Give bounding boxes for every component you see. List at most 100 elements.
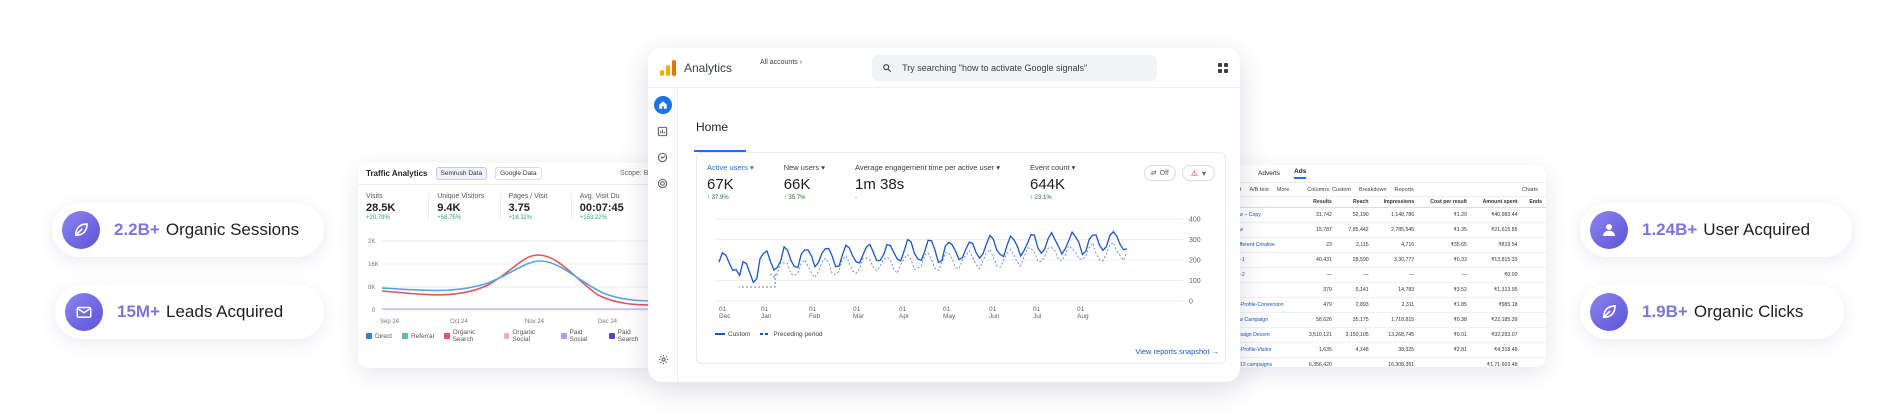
view-reports-snapshot-link[interactable]: View reports snapshot → xyxy=(1135,347,1219,356)
breakdown-dropdown[interactable]: Breakdown xyxy=(1359,187,1387,193)
kpi-value: 644K xyxy=(1029,176,1066,193)
legend-item[interactable]: Organic Social xyxy=(503,329,551,343)
col-amount-spent[interactable]: Amount spent xyxy=(1470,197,1522,208)
kpi-delta: ↑ 35.7% xyxy=(783,195,806,201)
table-cell: ₹819.54 xyxy=(1470,237,1522,253)
table-cell: ₹0.33 xyxy=(1418,252,1471,268)
legend-item[interactable]: Paid Social xyxy=(561,329,599,343)
nav-advertising[interactable] xyxy=(654,174,672,192)
kpi-active-users[interactable]: Active users ▾ 67K ↑ 37.9% xyxy=(707,163,754,201)
table-row[interactable]: Page-2————₹0.00 xyxy=(1224,267,1546,283)
columns-dropdown[interactable]: Columns: Custom xyxy=(1307,187,1351,193)
table-cell xyxy=(1521,222,1546,238)
y-tick: 16K xyxy=(368,262,379,268)
target-icon xyxy=(657,178,668,188)
table-row[interactable]: Follow15,7877,85,4422,785,545₹1.35₹21,61… xyxy=(1224,222,1546,238)
tab-ads[interactable]: Ads xyxy=(1294,168,1307,179)
col-reach[interactable]: Reach xyxy=(1335,197,1373,208)
ads-toolbar: Edit A/B test More Columns: Custom Break… xyxy=(1224,183,1546,197)
table-row[interactable]: 13795,14114,783₹3.52₹1,313.95 xyxy=(1224,282,1546,298)
legend-item[interactable]: Direct xyxy=(366,329,392,343)
search-input[interactable]: Try searching "how to activate Google si… xyxy=(872,54,1158,81)
table-row[interactable]: Insta-Profile-Visitor 1,635 4,148 38,325 ₹2.… xyxy=(1224,342,1546,358)
tab-adverts[interactable]: Adverts xyxy=(1258,170,1280,177)
kpi-value: 1m 38s xyxy=(855,176,905,193)
legend-preceding: Preceding period xyxy=(760,331,823,338)
kpi-event-count[interactable]: Event count ▾ 644K ↑ 23.1% xyxy=(1030,163,1075,201)
metric-delta: +20.79% xyxy=(366,215,390,221)
legend-swatch xyxy=(366,333,372,339)
traffic-chart: Sep 24 Oct 24 Nov 24 Dec 24 2K 16K 8K 0 xyxy=(368,239,658,325)
metric-delta: +58.75% xyxy=(437,215,462,221)
x-tick: Oct 24 xyxy=(450,319,468,325)
table-cell: ₹32,293.07 xyxy=(1470,327,1522,343)
table-row[interactable]: Campaign Decem 3,510,121 3,150,105 13,268,7… xyxy=(1224,327,1546,343)
table-cell xyxy=(1521,237,1546,253)
table-cell: ₹3.52 xyxy=(1418,282,1471,298)
nav-reports[interactable] xyxy=(654,122,672,140)
metric-pages-per-visit: Pages / Visit 3.75 +18.11% xyxy=(509,193,572,221)
col-ends[interactable]: Ends xyxy=(1521,197,1546,208)
legend-swatch xyxy=(609,333,615,339)
table-row[interactable]: Page-140,43128,5903,30,777₹0.33₹13,815.3… xyxy=(1224,252,1546,268)
table-cell: ₹1.29 xyxy=(1418,207,1471,223)
y-tick: 0 xyxy=(1189,299,1193,306)
table-row[interactable]: Follow – Copy 31,742 52,190 1,148,786 ₹1.29 ₹… xyxy=(1224,207,1546,223)
nav-home[interactable] xyxy=(653,96,672,114)
table-row[interactable]: Insta-Profile-Conversion 479 2,893 2,311 ₹1.… xyxy=(1224,297,1546,313)
table-row[interactable]: from 13 campaigns 6,356,420 16,308,351 ₹1,7… xyxy=(1224,357,1546,367)
table-row[interactable]: — Different Creative 23 2,115 4,716 ₹35.65 ₹8… xyxy=(1224,237,1546,253)
search-placeholder: Try searching "how to activate Google si… xyxy=(902,62,1088,73)
stat-organic-clicks: 1.9B+ Organic Clicks xyxy=(1580,285,1844,339)
apps-grid-icon[interactable] xyxy=(1218,62,1228,73)
kpi-value: 66K xyxy=(783,176,811,193)
ab-test-button[interactable]: A/B test xyxy=(1249,187,1268,193)
table-cell: — xyxy=(1299,267,1336,283)
legend-label: Paid Search xyxy=(617,329,639,343)
more-button[interactable]: More xyxy=(1277,187,1290,193)
x-tick: Sep 24 xyxy=(380,319,400,325)
reports-dropdown[interactable]: Reports xyxy=(1395,187,1414,193)
table-cell: ₹40,983.44 xyxy=(1470,207,1522,223)
kpi-avg-engagement[interactable]: Average engagement time per active user … xyxy=(855,163,1000,201)
col-results[interactable]: Results xyxy=(1299,197,1336,208)
legend-item[interactable]: Organic Search xyxy=(444,329,494,343)
legend-swatch xyxy=(401,333,408,339)
traffic-header: Traffic Analytics Semrush Data Google Da… xyxy=(358,163,658,185)
stat-label: Leads Acquired xyxy=(166,302,284,321)
metric-value: 28.5K xyxy=(366,202,396,214)
y-tick: 2K xyxy=(368,239,375,245)
tab-google-data[interactable]: Google Data xyxy=(495,167,542,180)
stat-organic-sessions: 2.2B+ Organic Sessions xyxy=(52,203,324,257)
nav-admin[interactable] xyxy=(654,350,672,368)
kpi-value: 67K xyxy=(707,176,734,193)
table-cell: 2,785,545 xyxy=(1372,222,1419,238)
col-impressions[interactable]: Impressions xyxy=(1372,197,1419,208)
user-icon xyxy=(1590,211,1628,249)
table-cell: — xyxy=(1418,267,1471,283)
col-cost-per-result[interactable]: Cost per result xyxy=(1418,197,1471,208)
compare-toggle[interactable]: ⇄ Off xyxy=(1143,165,1176,181)
x-tick-day: 01 xyxy=(943,306,951,313)
kpi-new-users[interactable]: New users ▾ 66K ↑ 35.7% xyxy=(784,163,825,201)
table-cell: ₹35.65 xyxy=(1418,237,1471,253)
legend-item[interactable]: Paid Search xyxy=(609,329,650,343)
table-cell: 2,311 xyxy=(1372,297,1419,313)
charts-button[interactable]: Charts xyxy=(1522,187,1538,193)
accounts-breadcrumb[interactable]: All accounts › xyxy=(760,59,802,66)
metric-label: Unique Visitors xyxy=(437,193,485,200)
tab-semrush-data[interactable]: Semrush Data xyxy=(435,167,488,180)
table-cell: ₹13,815.33 xyxy=(1470,252,1522,268)
alert-dropdown[interactable]: ⚠ ▾ xyxy=(1181,165,1215,181)
stat-value: 15M+ xyxy=(117,302,160,321)
table-cell: 7,85,442 xyxy=(1335,222,1373,238)
metric-unique-visitors: Unique Visitors 9.4K +58.75% xyxy=(437,193,501,221)
kpi-label: Active users ▾ xyxy=(707,163,754,172)
legend-label: Preceding period xyxy=(773,331,823,338)
legend-custom: Custom xyxy=(715,331,750,338)
table-cell xyxy=(1335,357,1373,367)
legend-item[interactable]: Referral xyxy=(401,329,434,343)
ads-table: Ad Results Reach Impressions Cost per re… xyxy=(1224,197,1546,367)
table-row[interactable]: Follow Campaign 58,626 35,175 1,718,815 ₹0.3… xyxy=(1224,312,1546,328)
nav-explore[interactable] xyxy=(654,148,672,166)
